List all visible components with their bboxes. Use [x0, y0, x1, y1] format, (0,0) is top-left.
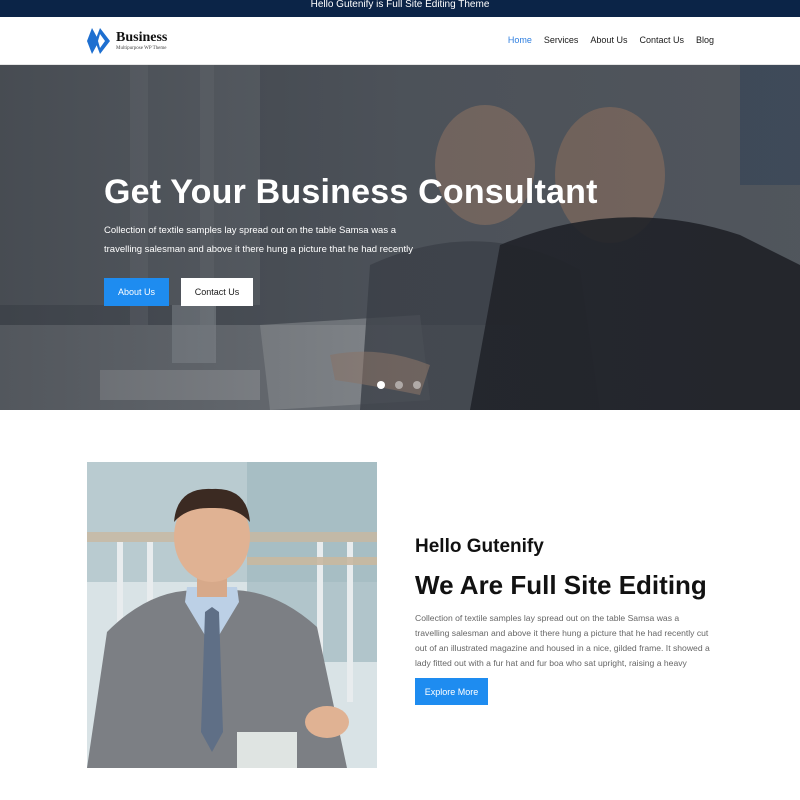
announcement-text: Hello Gutenify is Full Site Editing Them…: [310, 0, 490, 10]
slider-pagination: [377, 381, 421, 389]
about-description: Collection of textile samples lay spread…: [415, 613, 710, 668]
slider-dot-3[interactable]: [413, 381, 421, 389]
hero-title: Get Your Business Consultant: [104, 173, 598, 211]
logo-icon: [87, 28, 110, 54]
about-us-button[interactable]: About Us: [104, 278, 169, 306]
about-subtitle: Hello Gutenify: [415, 536, 544, 557]
nav-item-about-us[interactable]: About Us: [590, 35, 627, 45]
nav-item-blog[interactable]: Blog: [696, 35, 714, 45]
explore-more-button[interactable]: Explore More: [415, 678, 488, 705]
contact-us-button[interactable]: Contact Us: [181, 278, 253, 306]
businessman-photo: [87, 462, 377, 768]
slider-dot-2[interactable]: [395, 381, 403, 389]
slider-dot-1[interactable]: [377, 381, 385, 389]
logo-tagline: Multipurpose WP Theme: [116, 46, 167, 51]
site-logo[interactable]: Business Multipurpose WP Theme: [86, 26, 196, 56]
logo-name: Business: [116, 30, 168, 45]
nav-item-home[interactable]: Home: [508, 35, 532, 45]
nav-item-services[interactable]: Services: [544, 35, 579, 45]
site-header: Business Multipurpose WP Theme Home Serv…: [0, 17, 800, 65]
hero-description: Collection of textile samples lay spread…: [104, 225, 413, 255]
main-nav: Home Services About Us Contact Us Blog: [496, 35, 714, 45]
announcement-bar: Hello Gutenify is Full Site Editing Them…: [0, 0, 800, 17]
nav-item-contact-us[interactable]: Contact Us: [639, 35, 684, 45]
about-image: [87, 462, 377, 768]
about-title: We Are Full Site Editing: [415, 570, 707, 600]
hero-slider: Get Your Business Consultant Collection …: [0, 65, 800, 410]
